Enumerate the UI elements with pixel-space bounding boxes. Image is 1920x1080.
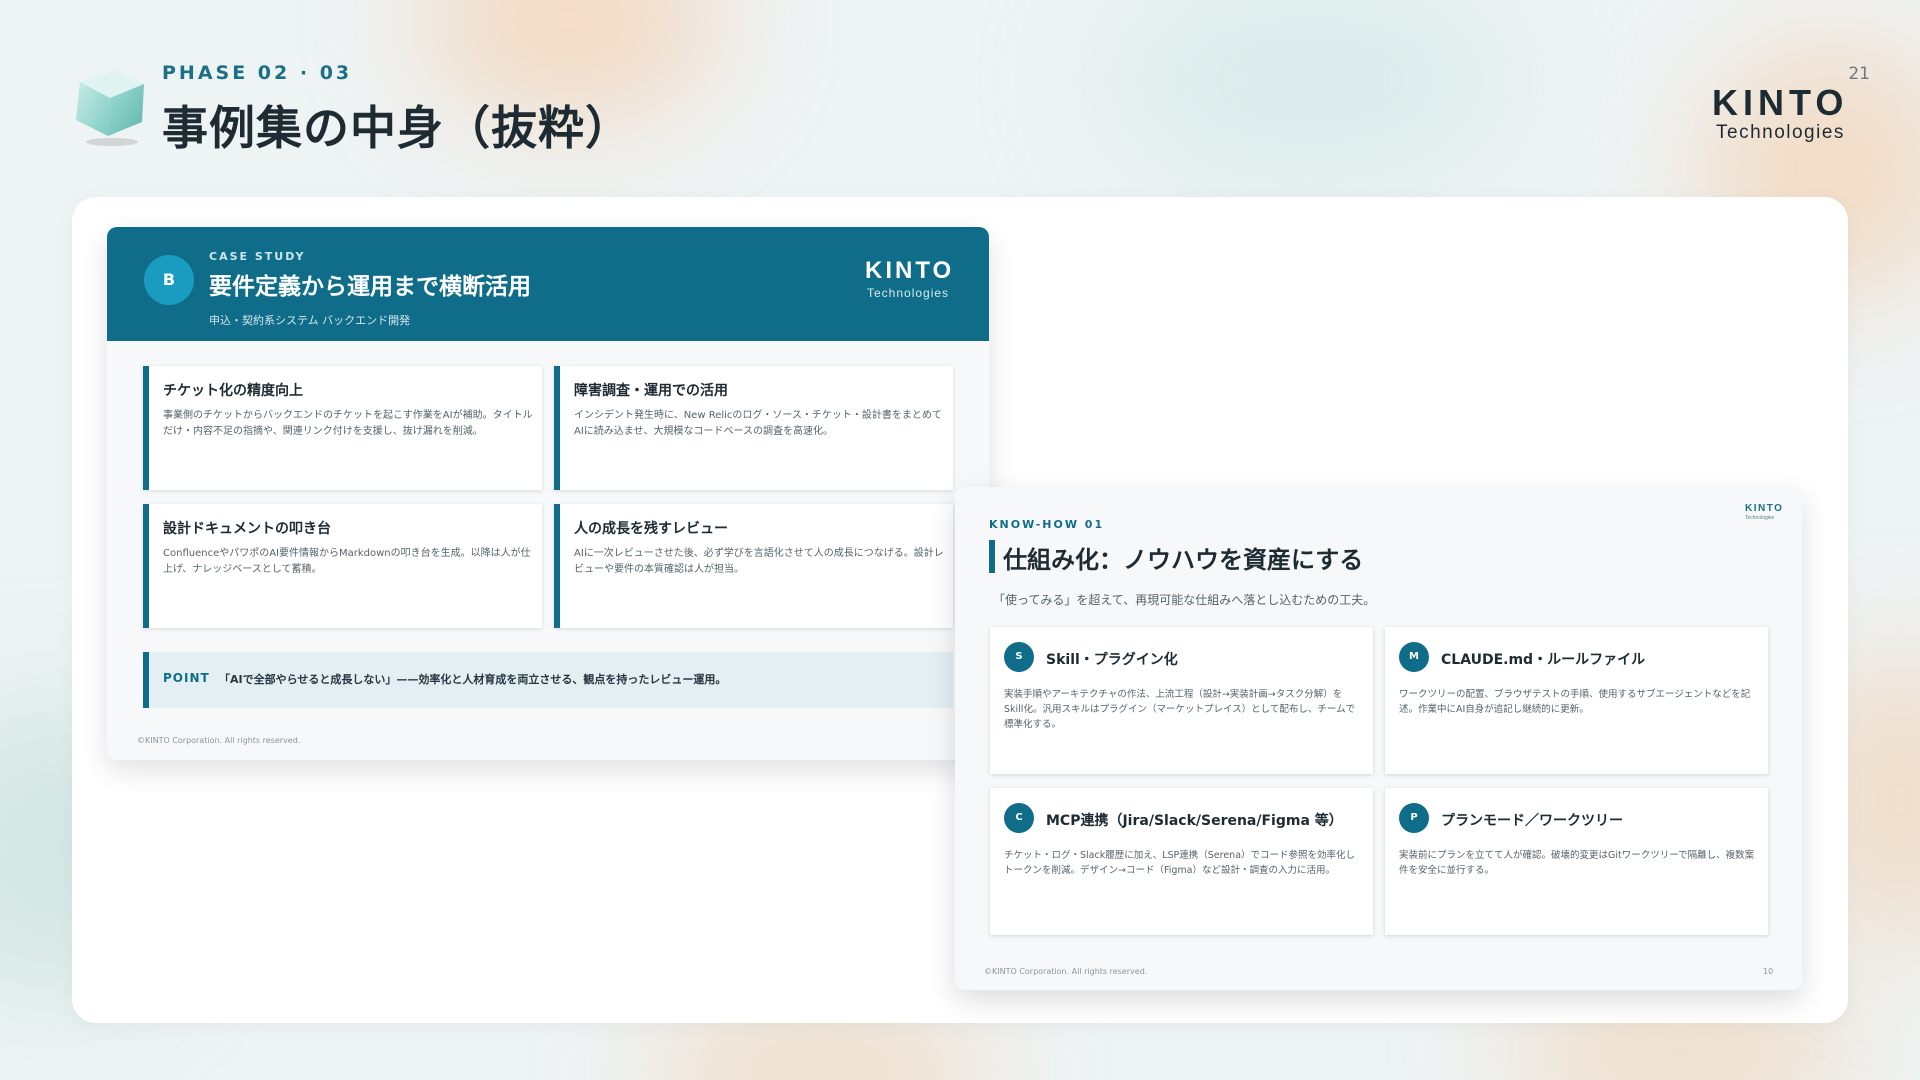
plan-mode-icon: P bbox=[1399, 803, 1429, 833]
knowhow-card-title: MCP連携（Jira/Slack/Serena/Figma 等） bbox=[1046, 813, 1343, 829]
cube-icon bbox=[76, 70, 144, 146]
knowhow-card-desc: 実装前にプランを立てて人が確認。破壊的変更はGitワークツリーで隔離し、複数案件… bbox=[1399, 850, 1755, 876]
knowhow-card: S Skill・プラグイン化 実装手順やアーキテクチャの作法、上流工程（設計→実… bbox=[990, 627, 1373, 774]
knowhow-copyright: ©KINTO Corporation. All rights reserved. bbox=[984, 967, 1148, 976]
knowhow-card-desc: 実装手順やアーキテクチャの作法、上流工程（設計→実装計画→タスク分解）をSkil… bbox=[1004, 689, 1356, 730]
page-title: 事例集の中身（抜粋） bbox=[162, 101, 632, 155]
knowhow-card: P プランモード／ワークツリー 実装前にプランを立てて人が確認。破壊的変更はGi… bbox=[1385, 788, 1768, 935]
case-eyebrow: CASE STUDY bbox=[209, 250, 306, 263]
case-card: チケット化の精度向上 事業側のチケットからバックエンドのチケットを起こす作業をA… bbox=[143, 366, 542, 490]
case-subtitle: 申込・契約系システム バックエンド開発 bbox=[209, 314, 411, 327]
case-card: 障害調査・運用での活用 インシデント発生時に、New Relicのログ・ソース・… bbox=[554, 366, 953, 490]
case-card: 設計ドキュメントの叩き台 ConfluenceやパワポのAI要件情報からMark… bbox=[143, 504, 542, 628]
case-study-header: B CASE STUDY 要件定義から運用まで横断活用 申込・契約系システム バ… bbox=[107, 227, 989, 341]
kinto-logo: KINTO bbox=[1712, 82, 1849, 123]
page-number: 21 bbox=[1848, 64, 1870, 84]
case-card-desc: ConfluenceやパワポのAI要件情報からMarkdownの叩き台を生成。以… bbox=[163, 548, 531, 575]
case-card-desc: インシデント発生時に、New Relicのログ・ソース・チケット・設計書をまとめ… bbox=[574, 410, 942, 437]
case-card-title: 人の成長を残すレビュー bbox=[574, 521, 728, 537]
knowhow-card-desc: ワークツリーの配置、ブラウザテストの手順、使用するサブエージェントなどを記述。作… bbox=[1399, 689, 1751, 715]
case-logo-sub: Technologies bbox=[867, 286, 950, 300]
case-card-desc: AIに一次レビューさせた後、必ず学びを言語化させて人の成長につなげる。設計レビュ… bbox=[574, 548, 944, 575]
case-copyright: ©KINTO Corporation. All rights reserved. bbox=[137, 736, 301, 745]
point-callout: POINT 「AIで全部やらせると成長しない」——効率化と人材育成を両立させる、… bbox=[143, 652, 953, 708]
case-card-title: チケット化の精度向上 bbox=[163, 383, 303, 399]
case-logo: KINTO bbox=[865, 257, 955, 284]
case-card-desc: 事業側のチケットからバックエンドのチケットを起こす作業をAIが補助。タイトルだけ… bbox=[163, 410, 533, 437]
kinto-logo-sub: Technologies bbox=[1716, 122, 1845, 143]
case-card-title: 障害調査・運用での活用 bbox=[574, 383, 728, 399]
knowhow-card-title: CLAUDE.md・ルールファイル bbox=[1441, 652, 1646, 668]
title-accent-bar bbox=[989, 540, 995, 573]
mcp-icon: C bbox=[1004, 803, 1034, 833]
knowhow-slide: KNOW-HOW 01 仕組み化：ノウハウを資産にする 「使ってみる」を超えて、… bbox=[955, 487, 1802, 990]
case-card-title: 設計ドキュメントの叩き台 bbox=[163, 521, 331, 537]
case-badge: B bbox=[144, 255, 194, 305]
knowhow-logo-sub: Technologies bbox=[1745, 515, 1775, 521]
case-title: 要件定義から運用まで横断活用 bbox=[209, 274, 531, 300]
point-text: 「AIで全部やらせると成長しない」——効率化と人材育成を両立させる、観点を持った… bbox=[219, 673, 727, 686]
knowhow-logo: KINTO bbox=[1745, 503, 1784, 514]
point-label: POINT bbox=[163, 671, 210, 685]
knowhow-page-number: 10 bbox=[1763, 967, 1774, 976]
knowhow-card-title: Skill・プラグイン化 bbox=[1046, 652, 1178, 668]
knowhow-card-title: プランモード／ワークツリー bbox=[1441, 813, 1623, 829]
knowhow-eyebrow: KNOW-HOW 01 bbox=[989, 518, 1105, 531]
knowhow-title: 仕組み化：ノウハウを資産にする bbox=[1003, 546, 1364, 574]
knowhow-card-desc: チケット・ログ・Slack履歴に加え、LSP連携（Serena）でコード参照を効… bbox=[1004, 850, 1356, 876]
knowhow-card: C MCP連携（Jira/Slack/Serena/Figma 等） チケット・… bbox=[990, 788, 1373, 935]
skill-icon: S bbox=[1004, 642, 1034, 672]
knowhow-card: M CLAUDE.md・ルールファイル ワークツリーの配置、ブラウザテストの手順… bbox=[1385, 627, 1768, 774]
phase-label: PHASE 02 · 03 bbox=[162, 62, 353, 84]
case-card: 人の成長を残すレビュー AIに一次レビューさせた後、必ず学びを言語化させて人の成… bbox=[554, 504, 953, 628]
knowhow-subtitle: 「使ってみる」を超えて、再現可能な仕組みへ落とし込むための工夫。 bbox=[993, 593, 1376, 607]
claude-md-icon: M bbox=[1399, 642, 1429, 672]
case-study-slide: B CASE STUDY 要件定義から運用まで横断活用 申込・契約系システム バ… bbox=[107, 227, 989, 760]
